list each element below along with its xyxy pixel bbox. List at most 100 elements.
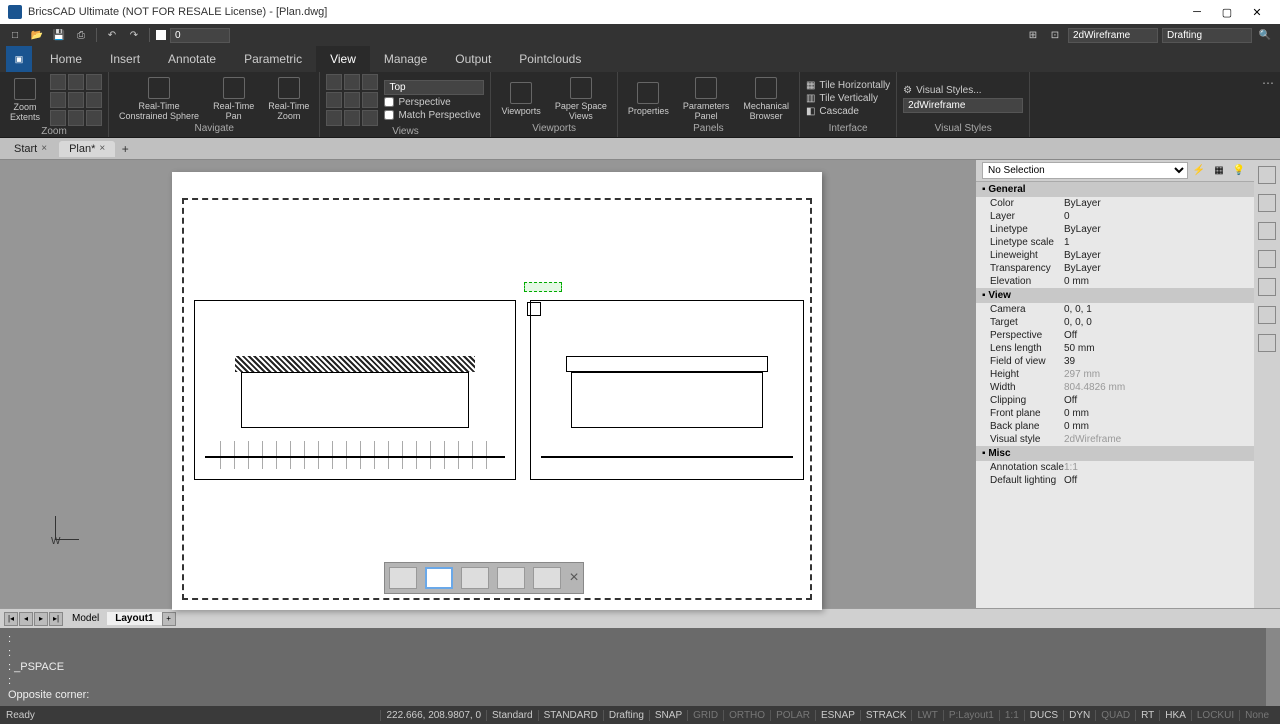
tab-parametric[interactable]: Parametric [230, 46, 316, 72]
status-toggle-grid[interactable]: GRID [687, 710, 723, 721]
layers-icon[interactable] [1258, 194, 1276, 212]
tab-insert[interactable]: Insert [96, 46, 154, 72]
tab-view[interactable]: View [316, 46, 370, 72]
qat-print-icon[interactable]: ⎙ [72, 26, 90, 44]
property-row[interactable]: Height297 mm [976, 368, 1254, 381]
mechanical-browser-button[interactable]: Mechanical Browser [739, 75, 793, 123]
section-misc[interactable]: ▪ Misc [976, 446, 1254, 461]
viewport-side-elevation[interactable] [530, 300, 804, 480]
property-row[interactable]: Annotation scale1:1 [976, 461, 1254, 474]
maximize-button[interactable]: ▢ [1212, 2, 1242, 22]
zoom-tool-icon[interactable] [68, 74, 84, 90]
props-help-icon[interactable]: 💡 [1230, 162, 1248, 180]
status-toggle-esnap[interactable]: ESNAP [815, 710, 860, 721]
property-row[interactable]: TransparencyByLayer [976, 262, 1254, 275]
selection-dropdown[interactable]: No Selection [982, 162, 1188, 179]
property-row[interactable]: Linetype scale1 [976, 236, 1254, 249]
view-tool-icon[interactable] [326, 74, 342, 90]
render-mode-select[interactable]: 2dWireframe [1068, 28, 1158, 43]
qat-tool-icon[interactable]: ⊡ [1046, 26, 1064, 44]
property-row[interactable]: ClippingOff [976, 394, 1254, 407]
qat-new-icon[interactable]: □ [6, 26, 24, 44]
property-row[interactable]: Back plane0 mm [976, 420, 1254, 433]
close-button[interactable]: ✕ [1242, 2, 1272, 22]
function-icon[interactable] [1258, 278, 1276, 296]
attach-icon[interactable] [1258, 222, 1276, 240]
view-tool-icon[interactable] [344, 110, 360, 126]
viewports-button[interactable]: Viewports [497, 80, 544, 118]
status-toggle-lockui[interactable]: LOCKUI [1191, 710, 1239, 721]
status-toggle-playout1[interactable]: P:Layout1 [943, 710, 999, 721]
visual-styles-link[interactable]: ⚙ Visual Styles... [903, 85, 1023, 96]
view-tool-icon[interactable] [326, 92, 342, 108]
property-row[interactable]: PerspectiveOff [976, 329, 1254, 342]
cloud-icon[interactable] [1258, 334, 1276, 352]
status-toggle-lwt[interactable]: LWT [911, 710, 942, 721]
zoom-tool-icon[interactable] [86, 92, 102, 108]
property-row[interactable]: Layer0 [976, 210, 1254, 223]
app-menu-button[interactable]: ▣ [6, 46, 32, 72]
tab-output[interactable]: Output [441, 46, 505, 72]
property-row[interactable]: Default lightingOff [976, 474, 1254, 487]
add-doc-button[interactable]: + [117, 141, 133, 157]
qat-open-icon[interactable]: 📂 [28, 26, 46, 44]
paperspace-views-button[interactable]: Paper Space Views [551, 75, 611, 123]
layout-tab-layout1[interactable]: Layout1 [107, 612, 161, 625]
view-tool-icon[interactable] [344, 74, 360, 90]
property-row[interactable]: Front plane0 mm [976, 407, 1254, 420]
quickview-pin-icon[interactable] [389, 567, 417, 589]
property-row[interactable]: Camera0, 0, 1 [976, 303, 1254, 316]
command-scrollbar[interactable] [1266, 628, 1280, 706]
status-toggle-polar[interactable]: POLAR [770, 710, 815, 721]
layout-nav-next-icon[interactable]: ▸ [34, 612, 48, 626]
view-tool-icon[interactable] [362, 110, 378, 126]
layout-tab-model[interactable]: Model [64, 612, 107, 625]
view-direction-select[interactable]: Top [384, 80, 484, 95]
tab-manage[interactable]: Manage [370, 46, 441, 72]
visual-style-select[interactable]: 2dWireframe [903, 98, 1023, 113]
zoom-tool-icon[interactable] [68, 110, 84, 126]
status-toggle-strack[interactable]: STRACK [860, 710, 912, 721]
drawing-canvas[interactable]: W × [0, 160, 976, 608]
structure-icon[interactable] [1258, 250, 1276, 268]
property-row[interactable]: Field of view39 [976, 355, 1254, 368]
layer-select[interactable]: 0 [170, 28, 230, 43]
close-icon[interactable]: × [99, 143, 105, 154]
tab-pointclouds[interactable]: Pointclouds [505, 46, 595, 72]
status-toggle-hka[interactable]: HKA [1159, 710, 1191, 721]
properties-panel-button[interactable]: Properties [624, 80, 673, 118]
zoom-extents-button[interactable]: Zoom Extents [6, 76, 44, 124]
match-perspective-checkbox[interactable]: Match Perspective [384, 110, 484, 121]
tab-home[interactable]: Home [36, 46, 96, 72]
property-row[interactable]: Target0, 0, 0 [976, 316, 1254, 329]
qat-save-icon[interactable]: 💾 [50, 26, 68, 44]
quickview-close-icon[interactable]: × [569, 569, 578, 587]
view-tool-icon[interactable] [326, 110, 342, 126]
tile-horizontally-button[interactable]: ▦ Tile Horizontally [806, 80, 890, 91]
zoom-tool-icon[interactable] [86, 110, 102, 126]
section-general[interactable]: ▪ General [976, 182, 1254, 197]
property-row[interactable]: ColorByLayer [976, 197, 1254, 210]
layout-nav-last-icon[interactable]: ▸| [49, 612, 63, 626]
zoom-tool-icon[interactable] [50, 92, 66, 108]
zoom-tool-icon[interactable] [50, 74, 66, 90]
status-toggle-quad[interactable]: QUAD [1095, 710, 1135, 721]
property-row[interactable]: LineweightByLayer [976, 249, 1254, 262]
zoom-tool-icon[interactable] [86, 74, 102, 90]
property-row[interactable]: Width804.4826 mm [976, 381, 1254, 394]
cascade-button[interactable]: ◧ Cascade [806, 106, 890, 117]
section-view[interactable]: ▪ View [976, 288, 1254, 303]
workspace-select[interactable]: Drafting [1162, 28, 1252, 43]
parameters-panel-button[interactable]: Parameters Panel [679, 75, 734, 123]
view-tool-icon[interactable] [362, 74, 378, 90]
tool-palette-icon[interactable] [1258, 166, 1276, 184]
status-text[interactable]: STANDARD [538, 710, 603, 721]
quickview-thumbnail[interactable] [497, 567, 525, 589]
qat-redo-icon[interactable]: ↷ [125, 26, 143, 44]
quickview-thumbnail[interactable] [425, 567, 453, 589]
layer-color-icon[interactable] [156, 30, 166, 40]
layout-nav-first-icon[interactable]: |◂ [4, 612, 18, 626]
status-toggle-dyn[interactable]: DYN [1063, 710, 1095, 721]
status-toggle-ortho[interactable]: ORTHO [723, 710, 770, 721]
layout-add-icon[interactable]: + [162, 612, 176, 626]
